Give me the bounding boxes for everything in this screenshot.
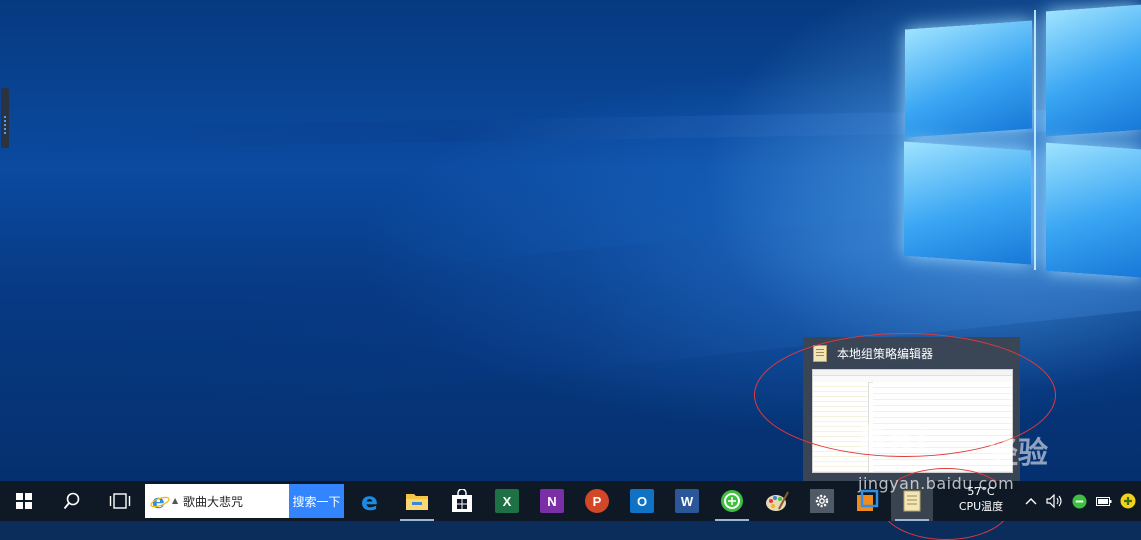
search-query: 歌曲大悲咒: [183, 495, 244, 509]
store-icon: [452, 489, 472, 512]
green-circle-icon: [721, 490, 743, 512]
group-policy-editor-icon: [903, 490, 921, 512]
edge-icon: e: [361, 489, 378, 513]
taskbar-item-green-app[interactable]: [711, 481, 753, 521]
taskbar-item-powerpoint[interactable]: P: [576, 481, 618, 521]
chevron-up-icon: [1025, 498, 1037, 505]
plus-badge-icon: [1120, 493, 1136, 509]
green-circle-icon: [1071, 493, 1087, 509]
task-view-icon: [109, 493, 131, 509]
dropdown-caret-icon[interactable]: ▲: [172, 496, 178, 505]
search-input[interactable]: e ▲ 歌曲大悲咒: [145, 484, 289, 518]
taskbar-item-file-explorer[interactable]: [396, 481, 438, 521]
paint-palette-icon: [766, 491, 789, 511]
taskbar-window-preview[interactable]: 本地组策略编辑器: [803, 337, 1020, 481]
svg-text:e: e: [361, 489, 378, 513]
speaker-icon: [1046, 494, 1062, 508]
search-submit-button[interactable]: 搜索一下: [289, 484, 344, 518]
search-button[interactable]: [50, 481, 94, 521]
outlook-icon: O: [630, 489, 654, 513]
taskbar-item-edge[interactable]: e: [351, 481, 393, 521]
taskbar-item-onenote[interactable]: N: [531, 481, 573, 521]
volume-button[interactable]: [1043, 481, 1065, 521]
taskbar-item-store[interactable]: [441, 481, 483, 521]
file-explorer-icon: [406, 494, 428, 510]
start-button[interactable]: [0, 481, 47, 521]
taskbar-item-outlook[interactable]: O: [621, 481, 663, 521]
word-icon: W: [675, 489, 699, 513]
ie-icon: e: [150, 491, 170, 511]
taskbar-item-paint[interactable]: [756, 481, 798, 521]
taskbar-item-sandbox[interactable]: [846, 481, 888, 521]
taskbar-item-settings[interactable]: [801, 481, 843, 521]
battery-icon: [1096, 497, 1112, 506]
tray-green-app[interactable]: [1068, 481, 1090, 521]
task-view-button[interactable]: [97, 481, 143, 521]
excel-icon: X: [495, 489, 519, 513]
cpu-temperature-widget[interactable]: 57°C CPU温度: [956, 484, 1006, 514]
show-hidden-icons-button[interactable]: [1021, 481, 1041, 521]
preview-title: 本地组策略编辑器: [837, 347, 934, 361]
taskbar-item-word[interactable]: W: [666, 481, 708, 521]
powerpoint-icon: P: [585, 489, 609, 513]
search-icon: [63, 492, 80, 510]
preview-thumbnail[interactable]: [812, 369, 1013, 473]
settings-icon: [815, 494, 829, 508]
battery-button[interactable]: [1093, 481, 1115, 521]
edge-scroll-handle[interactable]: [1, 88, 9, 148]
tray-plus-app[interactable]: [1117, 481, 1139, 521]
onenote-icon: N: [540, 489, 564, 513]
group-policy-editor-icon: [813, 345, 827, 362]
cpu-temp-value: 57°C: [967, 485, 995, 498]
taskbar-item-group-policy-editor[interactable]: [891, 481, 933, 521]
cpu-temp-label: CPU温度: [958, 500, 1004, 513]
taskbar-item-excel[interactable]: X: [486, 481, 528, 521]
sandbox-icon: [857, 489, 879, 511]
start-icon: [15, 493, 32, 509]
